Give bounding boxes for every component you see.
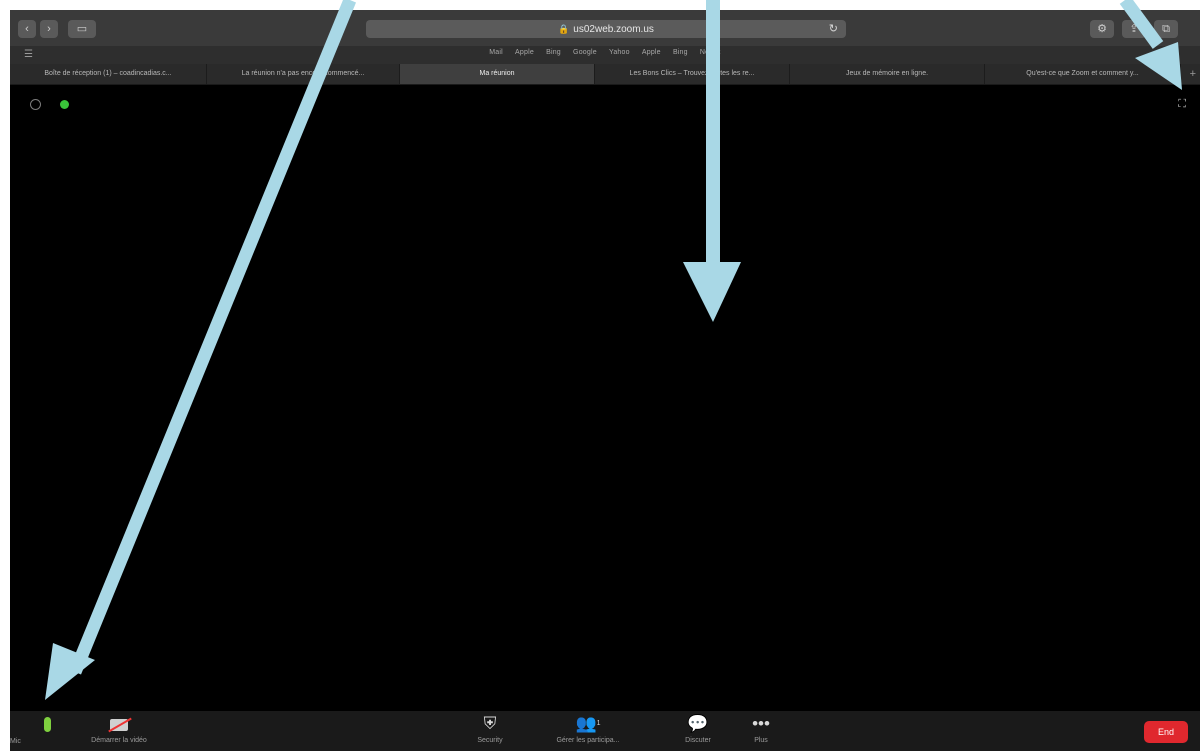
annotation-arrow-to-video-area — [683, 0, 741, 322]
annotation-overlay — [45, 0, 1182, 700]
annotation-arrow-to-microphone — [45, 0, 357, 700]
annotation-arrow-to-fullscreen — [1119, 0, 1182, 90]
